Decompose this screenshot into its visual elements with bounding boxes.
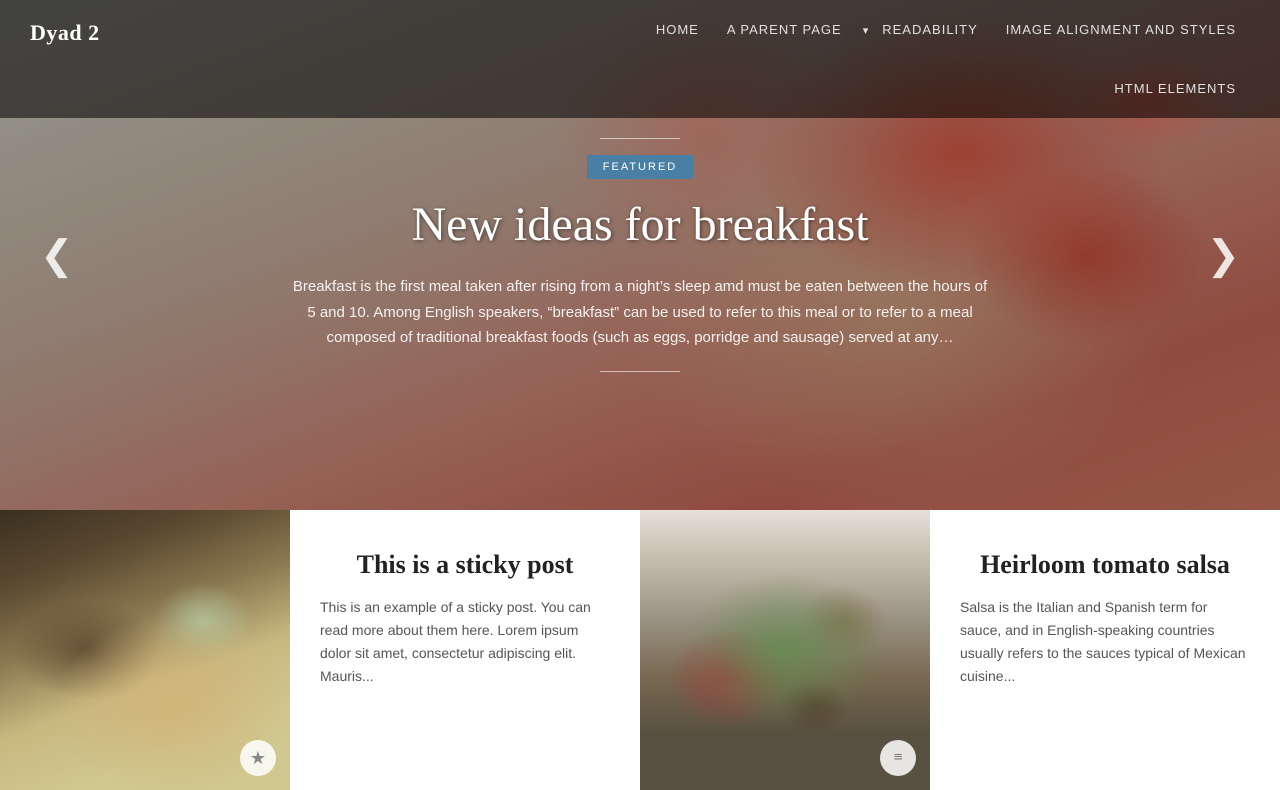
hero-featured-badge: FEATURED	[587, 155, 693, 179]
nav-link-html-elements[interactable]: HTML ELEMENTS	[1100, 59, 1250, 118]
nav-item-html-elements[interactable]: HTML ELEMENTS	[1100, 59, 1250, 118]
nav-link-home[interactable]: HOME	[642, 0, 713, 59]
main-nav: Dyad 2 HOME A PARENT PAGE READABILITY IM…	[0, 0, 1280, 118]
site-logo[interactable]: Dyad 2	[30, 0, 100, 66]
nav-item-readability[interactable]: READABILITY	[868, 0, 992, 59]
sticky-icon: ★	[240, 740, 276, 776]
nav-item-parent[interactable]: A PARENT PAGE	[713, 0, 868, 59]
grid-post-1[interactable]: ★	[0, 510, 290, 790]
nav-link-readability[interactable]: READABILITY	[868, 0, 992, 59]
next-slide-button[interactable]: ❯	[1186, 222, 1260, 289]
hero-line-bottom	[600, 371, 680, 372]
post-2-excerpt: This is an example of a sticky post. You…	[320, 596, 610, 688]
post-grid: ★ This is a sticky post This is an examp…	[0, 510, 1280, 790]
nav-links: HOME A PARENT PAGE READABILITY IMAGE ALI…	[550, 0, 1250, 118]
grid-post-3[interactable]: ≡	[640, 510, 930, 790]
comment-icon: ≡	[880, 740, 916, 776]
hero-line-top	[600, 138, 680, 139]
nav-link-image-alignment[interactable]: IMAGE ALIGNMENT AND STYLES	[992, 0, 1250, 59]
post-4-title: Heirloom tomato salsa	[960, 550, 1250, 580]
prev-slide-button[interactable]: ❮	[20, 222, 94, 289]
nav-item-home[interactable]: HOME	[642, 0, 713, 59]
grid-post-2[interactable]: This is a sticky post This is an example…	[290, 510, 640, 790]
hero-description: Breakfast is the first meal taken after …	[290, 274, 990, 351]
nav-item-image-alignment[interactable]: IMAGE ALIGNMENT AND STYLES	[992, 0, 1250, 59]
nav-link-parent[interactable]: A PARENT PAGE	[713, 0, 856, 59]
post-4-excerpt: Salsa is the Italian and Spanish term fo…	[960, 596, 1250, 688]
post-2-title: This is a sticky post	[320, 550, 610, 580]
grid-post-4[interactable]: Heirloom tomato salsa Salsa is the Itali…	[930, 510, 1280, 790]
hero-title: New ideas for breakfast	[411, 199, 868, 252]
